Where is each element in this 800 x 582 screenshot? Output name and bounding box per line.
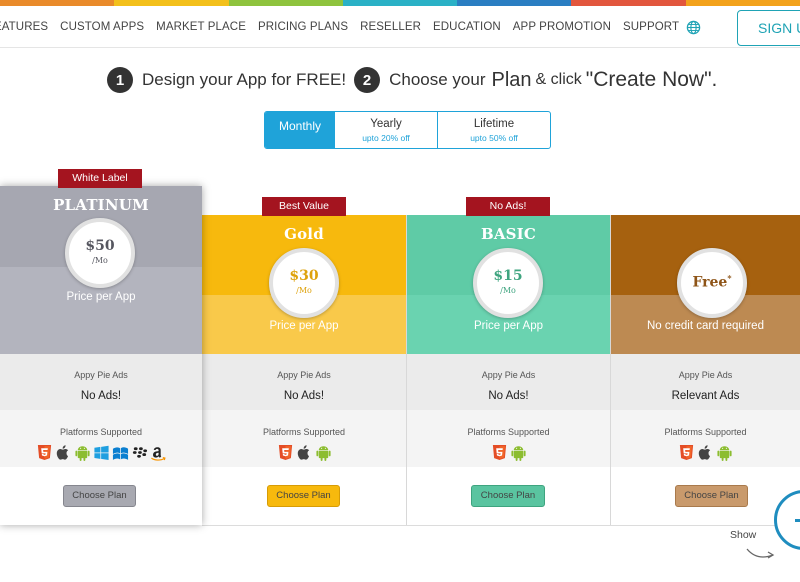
- price-label: Price per App: [473, 320, 544, 332]
- ads-label: Appy Pie Ads: [74, 370, 128, 380]
- nav-menu: EATURES CUSTOM APPS MARKET PLACE PRICING…: [0, 6, 691, 48]
- price-amount: $30: [289, 268, 319, 284]
- billing-lifetime-option[interactable]: Lifetime upto 50% off: [438, 112, 550, 148]
- blackberry-icon: [132, 447, 147, 458]
- ads-label: Appy Pie Ads: [481, 370, 536, 380]
- price-period: /Mo: [92, 256, 108, 265]
- price-footnote-mark: *: [727, 273, 732, 283]
- plan-ribbon-best-value: Best Value: [262, 197, 346, 216]
- billing-yearly-discount: upto 20% off: [362, 133, 410, 143]
- nav-item-app-promotion[interactable]: APP PROMOTION: [513, 21, 611, 33]
- nav-item-reseller[interactable]: RESELLER: [360, 21, 421, 33]
- billing-yearly-option[interactable]: Yearly upto 20% off: [335, 112, 438, 148]
- plan-ribbon-white-label: White Label: [58, 169, 142, 188]
- nav-item-features[interactable]: EATURES: [0, 21, 48, 33]
- top-nav: EATURES CUSTOM APPS MARKET PLACE PRICING…: [0, 6, 800, 48]
- price-amount: Free*: [681, 273, 743, 291]
- plan-card-basic: BASIC $15 /Mo Price per App Appy Pie Ads…: [407, 215, 610, 525]
- billing-lifetime-label: Lifetime: [473, 118, 515, 130]
- apple-icon: [698, 445, 711, 460]
- android-icon: [74, 446, 90, 461]
- page-headline: 1 Design your App for FREE! 2 Choose you…: [107, 64, 717, 96]
- step-2-badge: 2: [354, 67, 381, 93]
- globe-icon[interactable]: [686, 20, 701, 35]
- html5-icon: [278, 444, 292, 461]
- choose-plan-button[interactable]: Choose Plan: [675, 485, 748, 507]
- platforms-label: Platforms Supported: [467, 427, 550, 437]
- html5-icon: [679, 444, 694, 461]
- price-label: Price per App: [66, 291, 136, 303]
- table-bottom-border: [202, 525, 800, 526]
- billing-lifetime-discount: upto 50% off: [470, 133, 518, 143]
- step-2-click-text: & click: [535, 71, 582, 88]
- billing-yearly-label: Yearly: [370, 118, 402, 130]
- plan-name: BASIC: [480, 225, 537, 243]
- apple-icon: [56, 445, 68, 460]
- price-period: /Mo: [500, 286, 516, 295]
- android-icon: [717, 446, 732, 461]
- price-amount-text: Free: [692, 274, 728, 291]
- android-icon: [315, 446, 331, 461]
- billing-period-toggle: Monthly Yearly upto 20% off Lifetime upt…: [264, 111, 551, 149]
- choose-plan-button[interactable]: Choose Plan: [63, 485, 136, 507]
- ads-value: Relevant Ads: [671, 390, 740, 402]
- nav-item-pricing-plans[interactable]: PRICING PLANS: [258, 21, 348, 33]
- platform-icons: [407, 444, 610, 461]
- plan-card-platinum: PLATINUM $50 /Mo Price per App Appy Pie …: [0, 186, 202, 525]
- step-2-choose-text: Choose your: [389, 70, 486, 89]
- billing-monthly-label: Monthly: [278, 119, 322, 133]
- platform-icons: [202, 444, 406, 461]
- ads-value: No Ads!: [283, 390, 325, 402]
- ads-label: Appy Pie Ads: [277, 370, 331, 380]
- nav-item-market-place[interactable]: MARKET PLACE: [156, 21, 246, 33]
- choose-plan-button[interactable]: Choose Plan: [471, 485, 545, 507]
- android-icon: [510, 446, 526, 461]
- nav-item-custom-apps[interactable]: CUSTOM APPS: [60, 21, 144, 33]
- curved-arrow-icon: [746, 548, 775, 559]
- price-circle: $30 /Mo: [269, 248, 339, 318]
- amazon-icon: [150, 447, 166, 461]
- plan-name: PLATINUM: [53, 196, 149, 214]
- step-1-badge: 1: [107, 67, 133, 93]
- plan-ribbon-no-ads: No Ads!: [466, 197, 550, 216]
- plan-card-gold: Gold $30 /Mo Price per App Appy Pie Ads …: [202, 215, 406, 525]
- price-circle: $50 /Mo: [65, 218, 135, 288]
- choose-plan-button[interactable]: Choose Plan: [267, 485, 340, 507]
- apple-icon: [297, 445, 309, 460]
- ads-value: No Ads!: [488, 390, 529, 402]
- price-circle: Free*: [677, 248, 747, 318]
- price-amount: $15: [493, 268, 523, 284]
- platform-icons: [611, 444, 800, 461]
- sign-up-button[interactable]: SIGN U: [737, 10, 800, 46]
- windows-phone-icon: [112, 447, 128, 460]
- price-period: /Mo: [296, 286, 312, 295]
- billing-monthly-option[interactable]: Monthly: [265, 112, 335, 148]
- price-label: No credit card required: [647, 320, 764, 332]
- plus-icon: [795, 519, 800, 522]
- ads-label: Appy Pie Ads: [678, 370, 733, 380]
- price-amount: $50: [85, 238, 115, 254]
- price-circle: $15 /Mo: [473, 248, 543, 318]
- platforms-label: Platforms Supported: [664, 427, 747, 437]
- step-2-plan-text: Plan: [491, 68, 532, 91]
- nav-item-support[interactable]: SUPPORT: [623, 21, 679, 33]
- step-2-create-text: "Create Now".: [585, 68, 718, 91]
- ads-value: No Ads!: [80, 390, 122, 402]
- plan-card-free: Free* No credit card required Appy Pie A…: [611, 215, 800, 525]
- platform-icons: [0, 444, 202, 461]
- platforms-label: Platforms Supported: [59, 427, 143, 437]
- show-more-link[interactable]: Show: [730, 529, 756, 541]
- nav-item-education[interactable]: EDUCATION: [433, 21, 501, 33]
- html5-icon: [492, 444, 506, 461]
- html5-icon: [37, 444, 51, 461]
- windows-icon: [93, 445, 109, 461]
- plan-name: Gold: [284, 225, 324, 243]
- platforms-label: Platforms Supported: [262, 427, 346, 437]
- step-1-text: Design your App for FREE!: [142, 70, 347, 89]
- price-label: Price per App: [269, 320, 339, 332]
